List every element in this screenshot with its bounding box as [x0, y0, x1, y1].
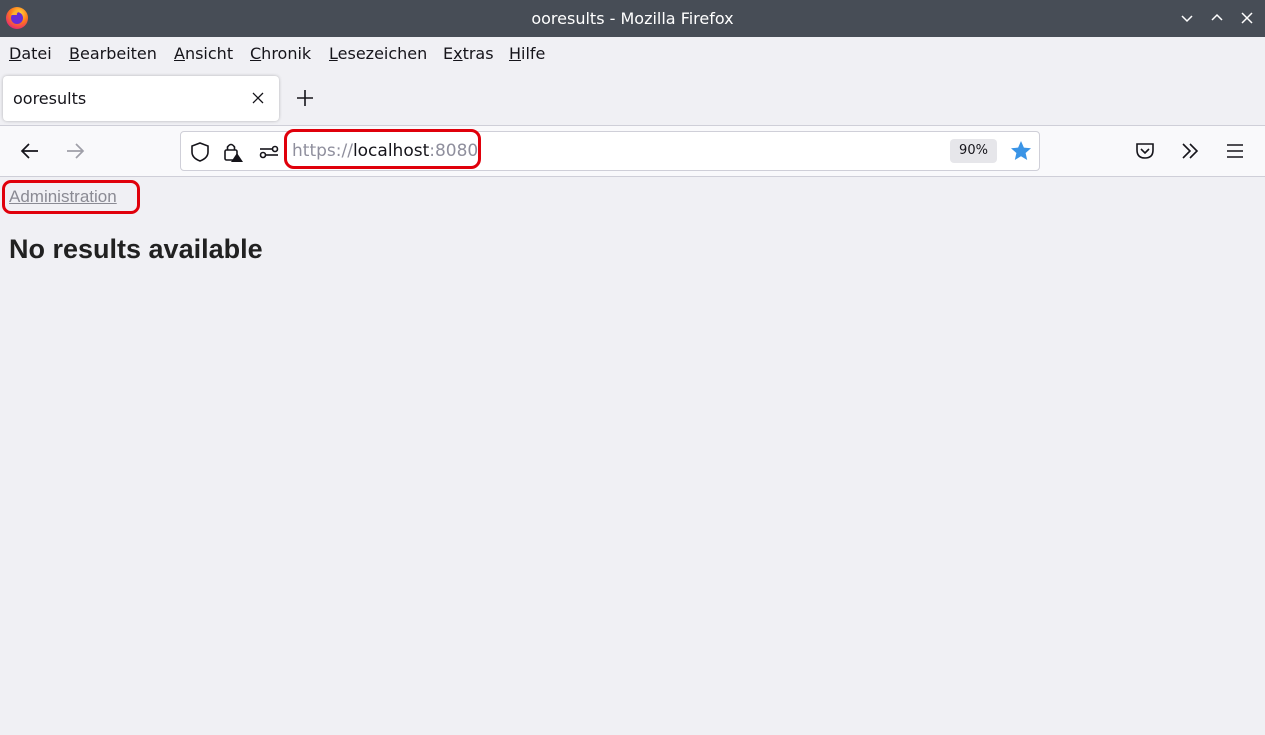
page-content: Administration No results available [0, 178, 1265, 735]
url-highlight-annotation [284, 129, 481, 169]
menu-bearbeiten[interactable]: Bearbeiten [69, 44, 157, 63]
maximize-icon[interactable] [1207, 8, 1227, 28]
tab-strip: ooresults [0, 71, 1265, 126]
pocket-icon[interactable] [1133, 139, 1157, 163]
tab-close-icon[interactable] [251, 91, 265, 105]
new-tab-icon[interactable] [294, 87, 316, 109]
menu-extras[interactable]: Extras [443, 44, 494, 63]
menu-datei[interactable]: Datei [9, 44, 52, 63]
window-title: ooresults - Mozilla Firefox [531, 9, 734, 28]
tab-ooresults[interactable]: ooresults [3, 76, 279, 121]
menu-bar: Datei Bearbeiten Ansicht Chronik Lesezei… [0, 37, 1265, 71]
url-bar[interactable]: https://localhost:8080 90% [180, 129, 1040, 171]
window-titlebar: ooresults - Mozilla Firefox [0, 0, 1265, 37]
page-heading: No results available [9, 234, 263, 264]
minimize-icon[interactable] [1177, 8, 1197, 28]
menu-lesezeichen[interactable]: Lesezeichen [329, 44, 427, 63]
forward-icon[interactable] [63, 139, 87, 163]
admin-highlight-annotation [2, 180, 140, 214]
close-window-icon[interactable] [1237, 8, 1257, 28]
menu-ansicht[interactable]: Ansicht [174, 44, 233, 63]
zoom-level-badge[interactable]: 90% [950, 139, 997, 163]
permissions-icon[interactable] [258, 141, 280, 163]
menu-chronik[interactable]: Chronik [250, 44, 311, 63]
back-icon[interactable] [18, 139, 42, 163]
menu-hilfe[interactable]: Hilfe [509, 44, 545, 63]
tab-title: ooresults [13, 89, 87, 108]
bookmark-star-icon[interactable] [1009, 139, 1033, 163]
lock-warning-icon[interactable] [222, 141, 244, 163]
shield-icon[interactable] [189, 141, 211, 163]
overflow-icon[interactable] [1178, 139, 1202, 163]
navigation-toolbar: https://localhost:8080 90% [0, 126, 1265, 177]
hamburger-menu-icon[interactable] [1223, 139, 1247, 163]
